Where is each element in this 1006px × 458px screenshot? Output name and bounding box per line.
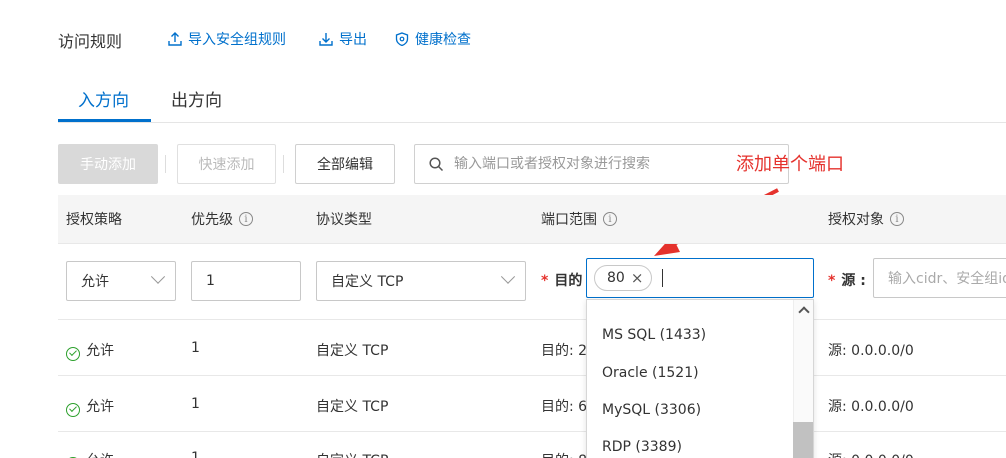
row-priority: 1 <box>191 340 200 356</box>
src-label: * 源 : <box>828 273 866 289</box>
header-priority: 优先级 i <box>191 209 253 229</box>
protocol-select[interactable]: 自定义 TCP <box>316 261 526 301</box>
header-port-range: 端口范围 i <box>541 209 617 229</box>
header-auth-object: 授权对象 i <box>828 209 904 229</box>
text-cursor <box>662 269 664 287</box>
info-icon[interactable]: i <box>603 212 617 226</box>
row-policy-text: 允许 <box>86 343 114 359</box>
chevron-down-icon <box>500 269 516 284</box>
chevron-down-icon <box>150 269 166 284</box>
required-marker: * <box>541 273 549 289</box>
row-priority: 1 <box>191 450 200 458</box>
scrollbar-thumb[interactable] <box>793 422 813 458</box>
row-port: 目的: 8 <box>541 450 587 458</box>
row-divider <box>58 375 1006 376</box>
close-icon[interactable]: × <box>631 269 644 287</box>
row-divider <box>58 319 1006 320</box>
port-input[interactable]: 80 × <box>586 258 814 298</box>
row-port: 目的: 6 <box>541 399 588 415</box>
chevron-up-icon[interactable] <box>798 306 810 318</box>
row-protocol: 自定义 TCP <box>316 399 389 415</box>
row-source: 源: 0.0.0.0/0 <box>828 450 914 458</box>
header-policy: 授权策略 <box>66 209 122 229</box>
header-auth-object-label: 授权对象 <box>828 212 884 228</box>
row-source: 源: 0.0.0.0/0 <box>828 343 914 359</box>
port-tag-value: 80 <box>607 270 625 286</box>
row-policy: 允许 <box>66 396 114 417</box>
row-divider <box>58 243 1006 244</box>
row-priority: 1 <box>191 396 200 412</box>
row-protocol: 自定义 TCP <box>316 343 389 359</box>
row-divider <box>58 431 1006 432</box>
header-protocol-label: 协议类型 <box>316 212 372 228</box>
policy-select-value: 允许 <box>81 274 109 290</box>
row-policy: 允许 <box>66 340 114 361</box>
dropdown-option[interactable]: RDP (3389) <box>602 439 682 455</box>
dropdown-scrollbar[interactable] <box>793 300 813 458</box>
priority-input[interactable]: 1 <box>191 261 301 301</box>
header-protocol: 协议类型 <box>316 209 372 229</box>
row-policy-text: 允许 <box>86 453 114 458</box>
source-input-placeholder: 输入cidr、安全组id <box>888 271 1006 287</box>
row-policy-text: 允许 <box>86 399 114 415</box>
info-icon[interactable]: i <box>239 212 253 226</box>
required-marker: * <box>828 273 836 289</box>
port-dropdown: MS SQL (1433) Oracle (1521) MySQL (3306)… <box>586 299 814 458</box>
protocol-select-value: 自定义 TCP <box>331 274 404 290</box>
policy-select[interactable]: 允许 <box>66 261 176 301</box>
dest-label-text: 目的 <box>554 273 583 289</box>
check-circle-icon <box>66 346 80 361</box>
row-policy: 允许 <box>66 450 114 458</box>
src-label-text: 源 <box>841 273 856 289</box>
priority-input-value: 1 <box>206 273 215 289</box>
dropdown-option[interactable]: MySQL (3306) <box>602 402 701 418</box>
header-priority-label: 优先级 <box>191 212 233 228</box>
row-port: 目的: 2 <box>541 343 588 359</box>
row-protocol: 自定义 TCP <box>316 450 388 458</box>
header-policy-label: 授权策略 <box>66 212 122 228</box>
dropdown-option[interactable]: Oracle (1521) <box>602 365 699 381</box>
info-icon[interactable]: i <box>890 212 904 226</box>
dest-label: * 目的 <box>541 270 582 290</box>
header-port-range-label: 端口范围 <box>541 212 597 228</box>
check-circle-icon <box>66 402 80 417</box>
port-tag: 80 × <box>594 265 653 291</box>
dropdown-option[interactable]: MS SQL (1433) <box>602 327 706 343</box>
row-source: 源: 0.0.0.0/0 <box>828 399 914 415</box>
source-input[interactable]: 输入cidr、安全组id <box>873 258 1006 298</box>
